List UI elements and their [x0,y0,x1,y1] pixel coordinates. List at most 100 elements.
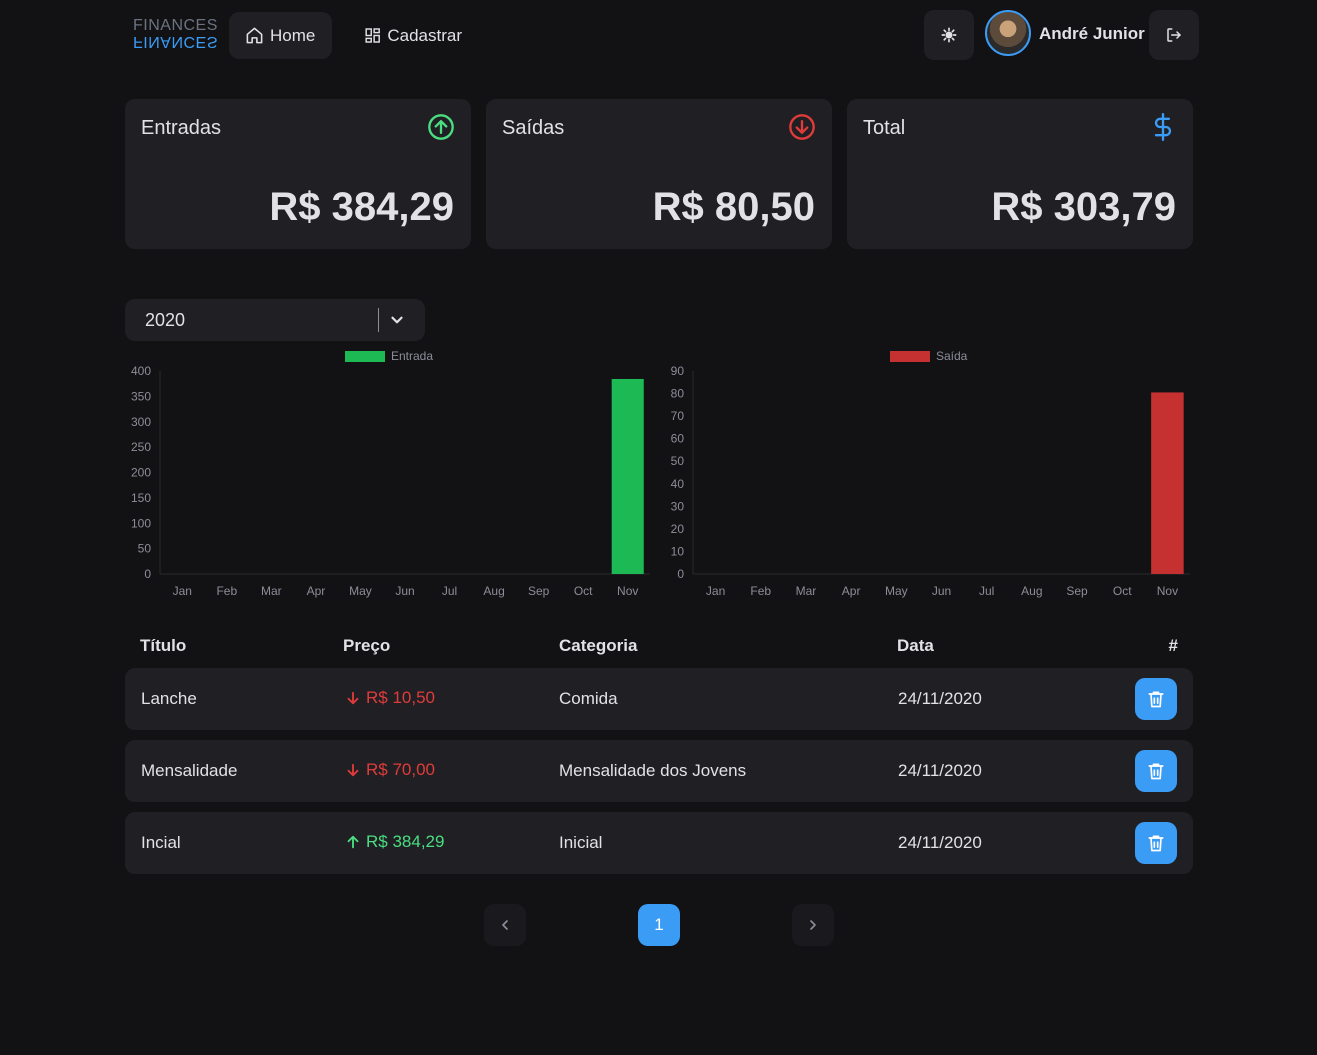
legend-label: Saída [936,349,968,363]
total-label: Total [863,117,906,139]
row-price: R$ 70,00 [344,760,435,780]
nav-home-button[interactable]: Home [229,12,332,59]
trash-icon [1148,691,1164,708]
row-date: 24/11/2020 [898,833,982,852]
pagination-page-button[interactable]: 1 [638,904,680,946]
x-tick-label: Mar [261,584,282,598]
table-row: Mensalidade R$ 70,00 Mensalidade dos Jov… [125,740,1193,802]
row-date: 24/11/2020 [898,761,982,780]
y-tick-label: 40 [671,477,685,491]
y-tick-label: 150 [131,491,151,505]
y-tick-label: 0 [144,567,151,581]
x-tick-label: May [885,584,908,598]
select-separator [378,308,379,332]
pagination-next-button[interactable] [792,904,834,946]
logo[interactable]: FINANCES FINANCES [133,18,218,51]
delete-button[interactable] [1135,750,1177,792]
nav-register-label: Cadastrar [387,25,462,45]
home-icon [246,27,263,44]
x-tick-label: Jun [395,584,414,598]
x-tick-label: Feb [750,584,771,598]
total-value: R$ 303,79 [991,185,1176,229]
x-tick-label: Jul [442,584,457,598]
x-tick-label: Jul [979,584,994,598]
row-price-value: R$ 384,29 [366,832,445,851]
delete-button[interactable] [1135,822,1177,864]
x-tick-label: Mar [796,584,817,598]
arrow-down-circle-icon [789,114,815,140]
trash-icon [1148,835,1164,852]
total-card: Total R$ 303,79 [847,99,1193,249]
chevron-down-icon[interactable] [388,311,406,329]
table-row: Lanche R$ 10,50 Comida 24/11/2020 [125,668,1193,730]
legend-label: Entrada [391,349,433,363]
y-tick-label: 200 [131,466,151,480]
chevron-left-icon [502,920,508,930]
bar [1151,392,1184,574]
outcome-label: Saídas [502,117,565,139]
header-date: Data [897,636,934,655]
legend-swatch [890,351,930,362]
legend-swatch [345,351,385,362]
logout-icon [1167,28,1181,42]
x-tick-label: May [349,584,372,598]
header: FINANCES FINANCES Home Cadastrar André J… [0,0,1317,70]
y-tick-label: 400 [131,364,151,378]
y-tick-label: 50 [138,542,152,556]
sun-icon [941,27,957,43]
pagination-prev-button[interactable] [484,904,526,946]
row-title: Lanche [141,689,197,708]
dollar-icon [1154,113,1172,141]
year-select[interactable]: 2020 [125,299,425,341]
avatar[interactable] [985,10,1031,56]
y-tick-label: 20 [671,522,685,536]
table-header: Título Preço Categoria Data # [125,636,1193,658]
income-label: Entradas [141,117,222,139]
x-tick-label: Jun [932,584,951,598]
row-price-value: R$ 70,00 [366,760,435,779]
nav-home-label: Home [270,25,316,45]
y-tick-label: 50 [671,454,685,468]
delete-button[interactable] [1135,678,1177,720]
logout-button[interactable] [1149,10,1199,60]
user-name: André Junior [1039,24,1145,43]
income-value: R$ 384,29 [269,185,454,229]
header-title: Título [140,636,187,655]
x-tick-label: Aug [483,584,504,598]
outcome-chart: Saída 0 10 20 30 40 50 60 70 80 90 Jan Feb Mar Apr May J… [660,344,1195,606]
y-tick-label: 60 [671,432,685,446]
row-price: R$ 10,50 [344,688,435,708]
y-tick-label: 250 [131,440,151,454]
x-tick-label: Jan [173,584,192,598]
y-tick-label: 300 [131,415,151,429]
row-date: 24/11/2020 [898,689,982,708]
y-tick-label: 0 [677,567,684,581]
row-category: Mensalidade dos Jovens [559,761,747,780]
table-row: Incial R$ 384,29 Inicial 24/11/2020 [125,812,1193,874]
x-tick-label: Apr [842,584,861,598]
arrow-down-icon [347,763,359,777]
y-tick-label: 10 [671,544,685,558]
income-bar-chart: Entrada 0 50 100 150 200 250 300 350 400 Jan Feb Mar… [131,349,650,598]
arrow-down-icon [347,691,359,705]
y-tick-label: 100 [131,516,151,530]
bar [611,378,644,574]
x-tick-label: Sep [1066,584,1088,598]
theme-toggle-button[interactable] [924,10,974,60]
row-price: R$ 384,29 [344,832,444,852]
y-tick-label: 30 [671,499,685,513]
trash-icon [1148,763,1164,780]
row-category: Inicial [559,833,603,852]
dashboard-icon [365,28,380,43]
arrow-up-icon [347,835,359,849]
x-tick-label: Oct [1113,584,1132,598]
y-tick-label: 90 [671,364,685,378]
row-title: Incial [141,833,181,852]
nav-register-button[interactable]: Cadastrar [348,12,478,59]
income-chart: Entrada 0 50 100 150 200 250 300 350 400 Jan Feb Mar… [120,344,655,606]
x-tick-label: Nov [1157,584,1178,598]
chevron-right-icon [810,920,816,930]
header-actions: # [1168,636,1178,655]
row-price-value: R$ 10,50 [366,688,435,707]
x-tick-label: Oct [574,584,593,598]
